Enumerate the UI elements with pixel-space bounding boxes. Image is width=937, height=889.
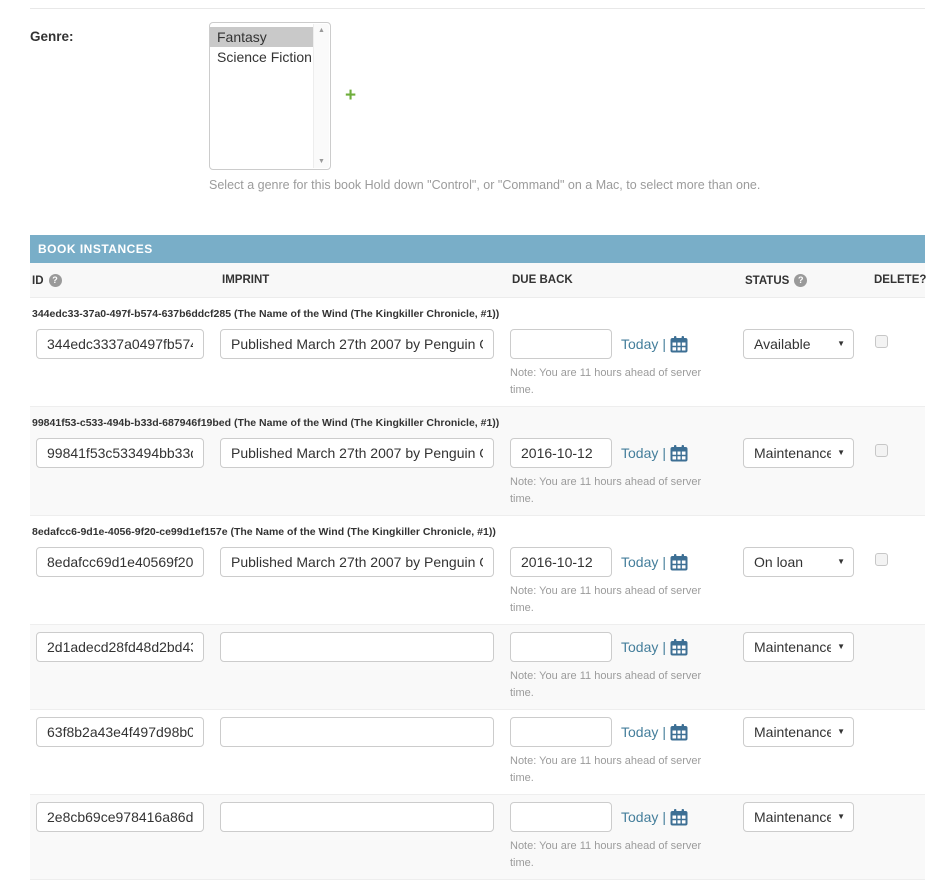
genre-multiselect[interactable]: Fantasy Science Fiction ▲ ▼ [209, 22, 331, 170]
genre-help-text: Select a genre for this book Hold down "… [209, 178, 760, 192]
calendar-icon[interactable] [670, 724, 688, 741]
timezone-note: Note: You are 11 hours ahead of server t… [510, 753, 715, 786]
id-input[interactable] [36, 438, 204, 468]
status-select-wrap: On loan ▼ [743, 547, 854, 577]
today-link[interactable]: Today [621, 554, 658, 570]
id-input[interactable] [36, 632, 204, 662]
id-input[interactable] [36, 802, 204, 832]
due-back-input[interactable] [510, 632, 612, 662]
due-back-input[interactable] [510, 329, 612, 359]
due-back-input[interactable] [510, 802, 612, 832]
add-genre-icon[interactable]: + [345, 85, 356, 107]
pipe-separator: | [662, 809, 666, 825]
today-link[interactable]: Today [621, 639, 658, 655]
today-link[interactable]: Today [621, 724, 658, 740]
status-select[interactable]: Available [743, 329, 854, 359]
column-header-id: ID? [30, 274, 220, 287]
delete-checkbox[interactable] [875, 335, 888, 348]
calendar-icon[interactable] [670, 445, 688, 462]
status-select[interactable]: Maintenance [743, 632, 854, 662]
delete-checkbox[interactable] [875, 444, 888, 457]
column-headers: ID? IMPRINT DUE BACK STATUS? DELETE? [30, 263, 925, 298]
timezone-note: Note: You are 11 hours ahead of server t… [510, 365, 715, 398]
scroll-up-icon[interactable]: ▲ [318, 27, 325, 34]
imprint-input[interactable] [220, 632, 494, 662]
row-caption: 8edafcc6-9d1e-4056-9f20-ce99d1ef157e (Th… [30, 523, 925, 547]
book-instance-row: 99841f53-c533-494b-b33d-687946f19bed (Th… [30, 407, 925, 516]
book-instance-row: 8edafcc6-9d1e-4056-9f20-ce99d1ef157e (Th… [30, 516, 925, 625]
genre-option-fantasy[interactable]: Fantasy [210, 27, 313, 47]
due-back-input[interactable] [510, 438, 612, 468]
status-select-wrap: Maintenance ▼ [743, 802, 854, 832]
status-select-wrap: Maintenance ▼ [743, 717, 854, 747]
calendar-icon[interactable] [670, 809, 688, 826]
book-instance-row: Today | Maintenance ▼ Note: You are 11 h… [30, 795, 925, 880]
status-select[interactable]: Maintenance [743, 717, 854, 747]
listbox-scrollbar[interactable]: ▲ ▼ [313, 24, 329, 168]
pipe-separator: | [662, 336, 666, 352]
id-input[interactable] [36, 717, 204, 747]
calendar-icon[interactable] [670, 639, 688, 656]
today-link[interactable]: Today [621, 336, 658, 352]
calendar-icon[interactable] [670, 554, 688, 571]
status-select-wrap: Maintenance ▼ [743, 438, 854, 468]
id-input[interactable] [36, 547, 204, 577]
imprint-input[interactable] [220, 329, 494, 359]
pipe-separator: | [662, 445, 666, 461]
status-help-icon[interactable]: ? [794, 274, 807, 287]
timezone-note: Note: You are 11 hours ahead of server t… [510, 474, 715, 507]
status-select[interactable]: On loan [743, 547, 854, 577]
book-instances-panel: BOOK INSTANCES ID? IMPRINT DUE BACK STAT… [30, 235, 925, 889]
status-select[interactable]: Maintenance [743, 802, 854, 832]
scroll-down-icon[interactable]: ▼ [318, 158, 325, 165]
status-select[interactable]: Maintenance [743, 438, 854, 468]
row-caption: 99841f53-c533-494b-b33d-687946f19bed (Th… [30, 414, 925, 438]
book-instance-row: 344edc33-37a0-497f-b574-637b6ddcf285 (Th… [30, 298, 925, 407]
book-instance-row: Today | Maintenance ▼ Note: You are 11 h… [30, 710, 925, 795]
pipe-separator: | [662, 639, 666, 655]
due-back-input[interactable] [510, 717, 612, 747]
row-caption: 344edc33-37a0-497f-b574-637b6ddcf285 (Th… [30, 305, 925, 329]
id-input[interactable] [36, 329, 204, 359]
book-edit-form: Genre: Fantasy Science Fiction ▲ ▼ + Sel… [0, 8, 937, 889]
add-book-instance[interactable]: + Add another Book instance [30, 880, 925, 889]
book-instance-row: Today | Maintenance ▼ Note: You are 11 h… [30, 625, 925, 710]
genre-label: Genre: [30, 22, 209, 192]
timezone-note: Note: You are 11 hours ahead of server t… [510, 583, 715, 616]
genre-field-row: Genre: Fantasy Science Fiction ▲ ▼ + Sel… [30, 22, 925, 192]
panel-title: BOOK INSTANCES [30, 235, 925, 263]
column-header-delete: DELETE? [871, 274, 926, 287]
imprint-input[interactable] [220, 547, 494, 577]
imprint-input[interactable] [220, 717, 494, 747]
id-help-icon[interactable]: ? [49, 274, 62, 287]
book-instance-rows: 344edc33-37a0-497f-b574-637b6ddcf285 (Th… [30, 298, 925, 880]
genre-option-science-fiction[interactable]: Science Fiction [210, 47, 313, 67]
timezone-note: Note: You are 11 hours ahead of server t… [510, 838, 715, 871]
status-select-wrap: Maintenance ▼ [743, 632, 854, 662]
delete-checkbox[interactable] [875, 553, 888, 566]
imprint-input[interactable] [220, 438, 494, 468]
column-header-imprint: IMPRINT [220, 274, 510, 287]
imprint-input[interactable] [220, 802, 494, 832]
today-link[interactable]: Today [621, 445, 658, 461]
calendar-icon[interactable] [670, 336, 688, 353]
pipe-separator: | [662, 724, 666, 740]
genre-field: Fantasy Science Fiction ▲ ▼ + Select a g… [209, 22, 760, 192]
timezone-note: Note: You are 11 hours ahead of server t… [510, 668, 715, 701]
due-back-input[interactable] [510, 547, 612, 577]
status-select-wrap: Available ▼ [743, 329, 854, 359]
pipe-separator: | [662, 554, 666, 570]
today-link[interactable]: Today [621, 809, 658, 825]
form-divider [30, 8, 925, 9]
column-header-status: STATUS? [743, 274, 871, 287]
column-header-due-back: DUE BACK [510, 274, 743, 287]
